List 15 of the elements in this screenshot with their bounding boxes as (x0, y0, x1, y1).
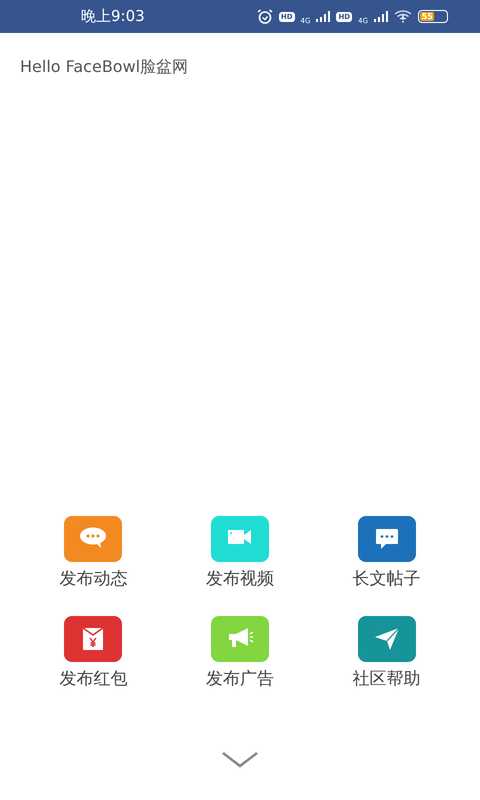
action-button[interactable]: 长文帖子 (313, 516, 460, 590)
wifi-icon (394, 10, 412, 23)
signal-icon (374, 11, 388, 22)
send-icon (372, 626, 401, 652)
action-button[interactable]: 社区帮助 (313, 616, 460, 690)
signal-icon (316, 11, 330, 22)
alarm-icon (256, 9, 273, 24)
action-button[interactable]: 发布广告 (166, 616, 314, 690)
greeting-text: Hello FaceBowl脸盆网 (20, 56, 190, 78)
battery-level: 55 (420, 12, 434, 21)
action-button[interactable]: 发布红包 (20, 616, 167, 690)
chevron-down-icon[interactable] (222, 752, 258, 768)
action-button[interactable]: 发布视频 (166, 516, 314, 590)
action-button[interactable]: 发布动态 (20, 516, 167, 590)
status-time: 晚上9:03 (81, 6, 145, 28)
